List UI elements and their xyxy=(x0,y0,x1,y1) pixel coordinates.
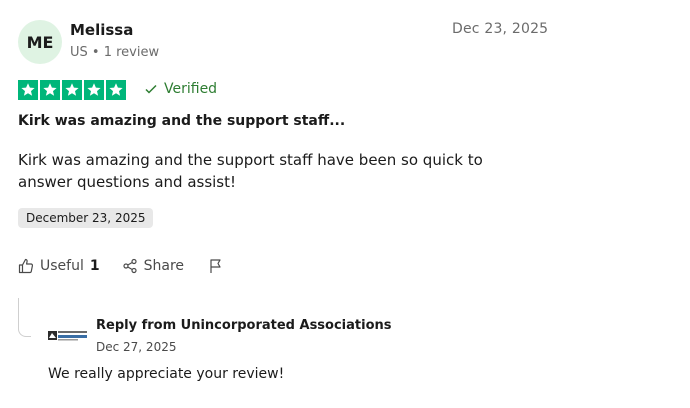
star-icon xyxy=(18,80,38,100)
reviewer-name[interactable]: Melissa xyxy=(70,21,133,39)
thumbs-up-icon xyxy=(18,258,34,274)
reply-body: We really appreciate your review! xyxy=(48,366,285,382)
useful-button[interactable]: Useful 1 xyxy=(18,258,100,274)
reviewer-meta: US • 1 review xyxy=(70,45,160,60)
report-button[interactable] xyxy=(208,258,224,274)
star-icon xyxy=(40,80,60,100)
reply-title: Reply from Unincorporated Associations xyxy=(96,318,392,333)
reply-date: Dec 27, 2025 xyxy=(96,340,177,354)
review-actions: Useful 1 Share xyxy=(18,258,224,274)
useful-label: Useful xyxy=(40,258,84,274)
checkmark-icon xyxy=(145,84,157,94)
share-button[interactable]: Share xyxy=(122,258,184,274)
review-date: Dec 23, 2025 xyxy=(452,21,549,37)
review-body: Kirk was amazing and the support staff h… xyxy=(18,151,483,191)
share-icon xyxy=(123,258,137,274)
star-icon xyxy=(106,80,126,100)
reviewer-avatar[interactable]: ME xyxy=(18,20,62,64)
share-label: Share xyxy=(143,258,185,274)
verified-label: Verified xyxy=(164,81,218,97)
reply-thread-connector xyxy=(18,298,31,337)
star-icon xyxy=(84,80,104,100)
company-logo xyxy=(48,331,87,341)
review-title: Kirk was amazing and the support staff..… xyxy=(18,113,346,129)
experience-date-badge: December 23, 2025 xyxy=(18,208,154,228)
verified-badge[interactable]: Verified xyxy=(144,81,217,97)
star-icon xyxy=(62,80,82,100)
flag-icon xyxy=(210,259,221,273)
star-rating xyxy=(18,80,126,100)
useful-count: 1 xyxy=(89,258,100,274)
